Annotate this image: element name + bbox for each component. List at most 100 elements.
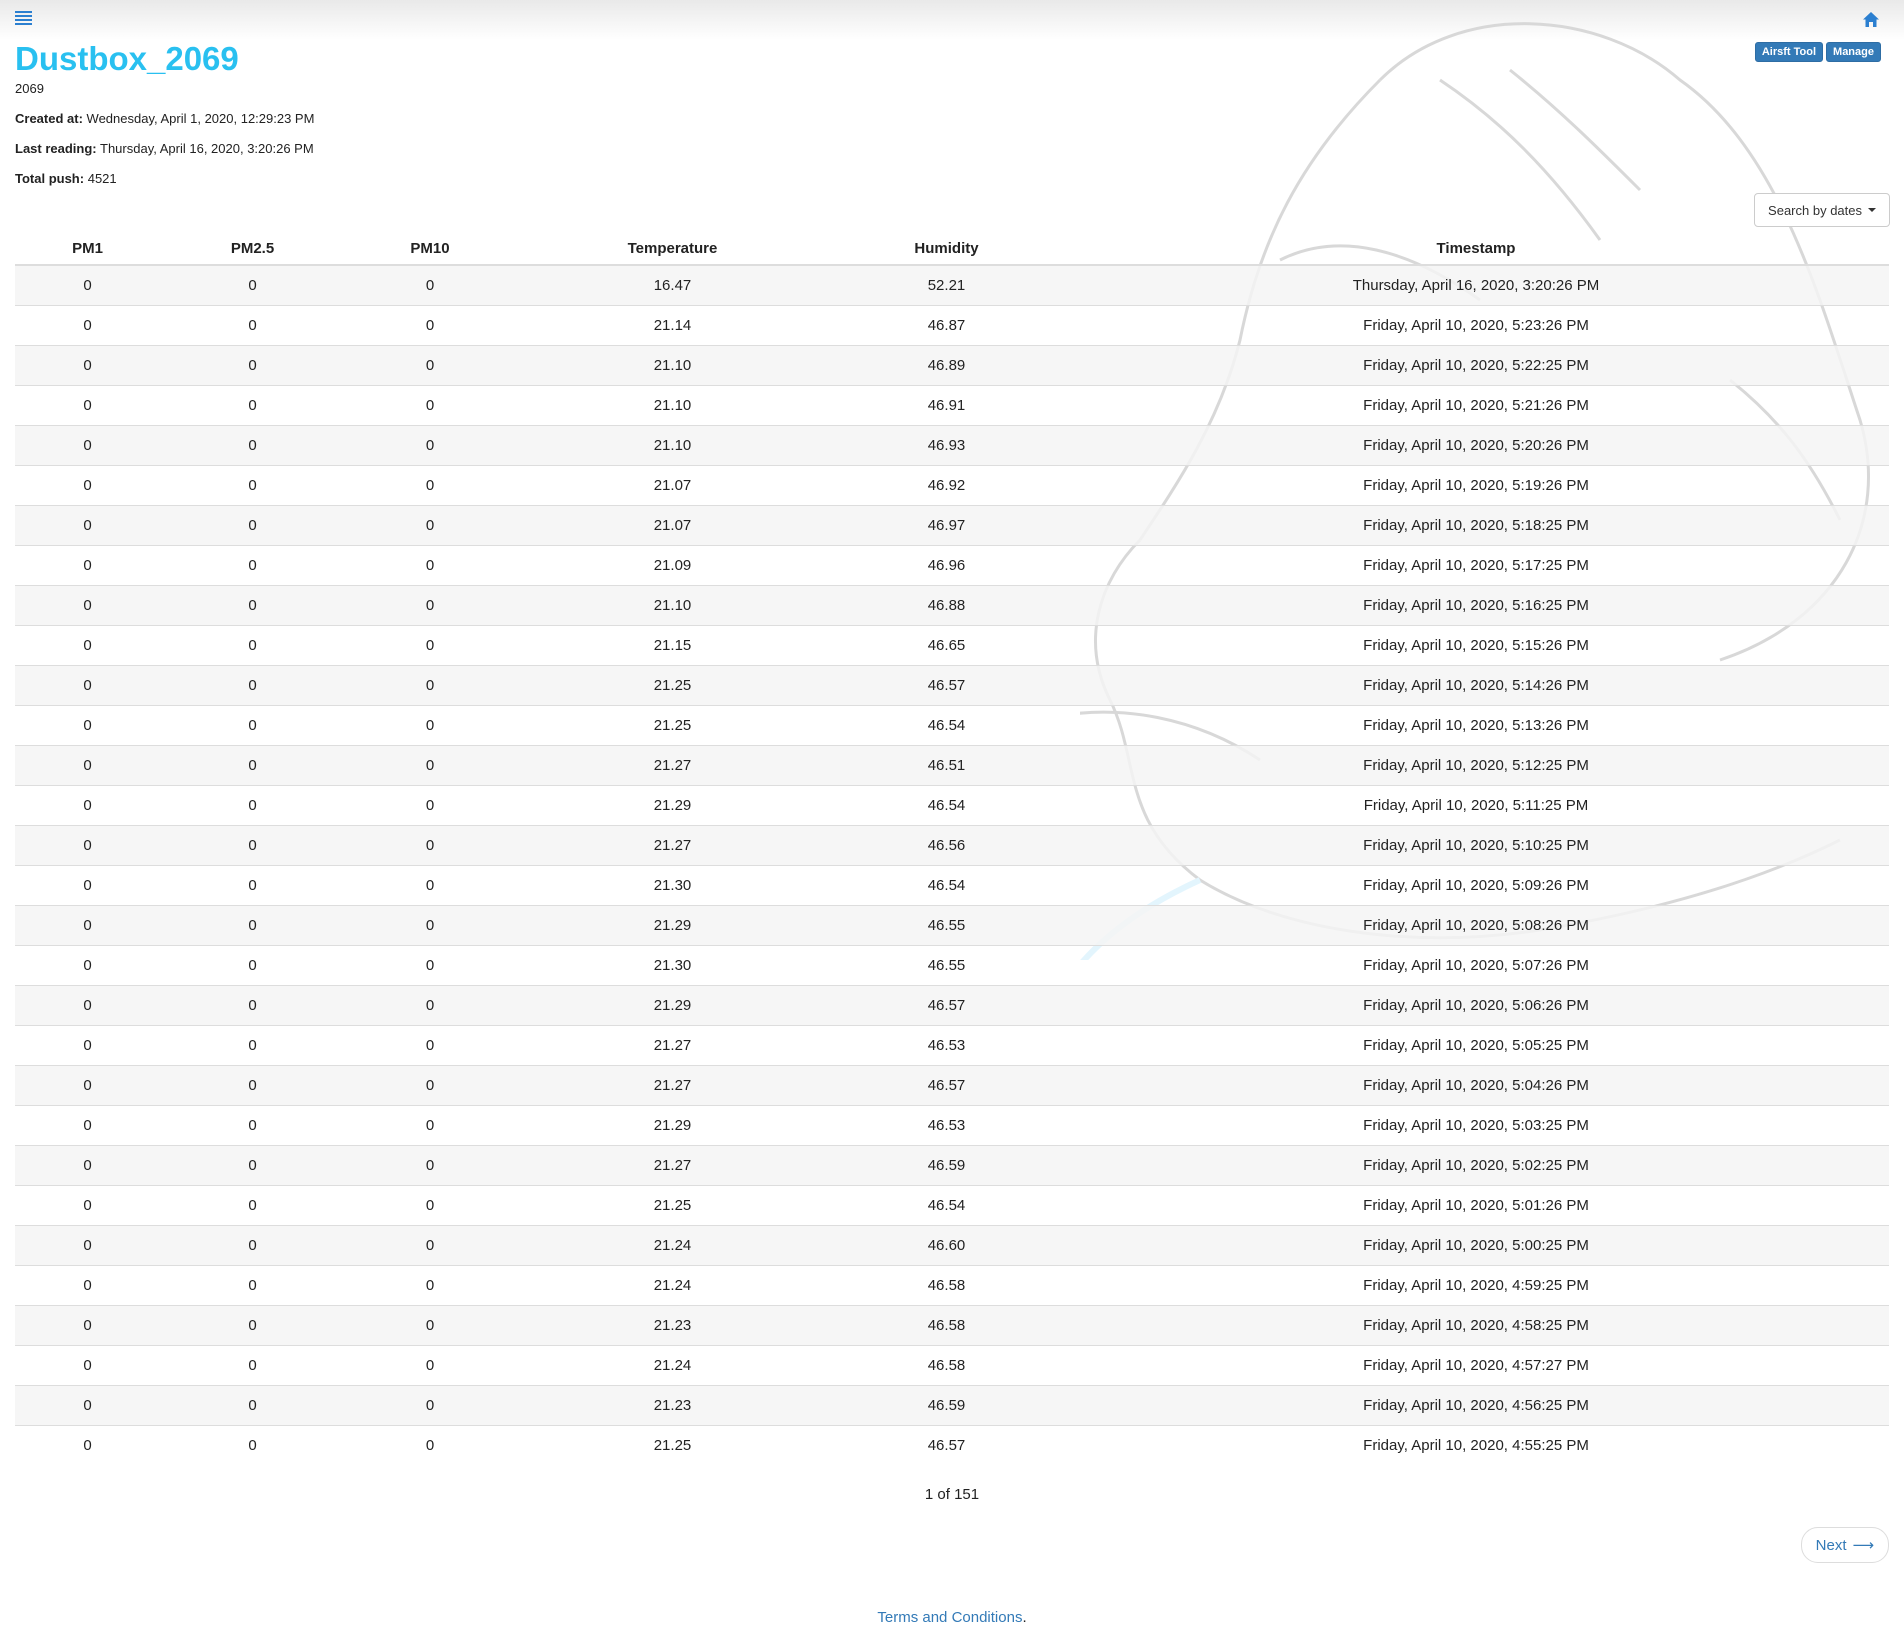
cell-humidity: 46.91 <box>830 385 1063 426</box>
cell-pm1: 0 <box>15 865 160 906</box>
cell-humidity: 46.59 <box>830 1385 1063 1426</box>
manage-button[interactable]: Manage <box>1826 42 1881 62</box>
cell-pm25: 0 <box>160 785 345 826</box>
cell-pm1: 0 <box>15 1225 160 1266</box>
cell-pm10: 0 <box>345 465 515 506</box>
cell-humidity: 46.92 <box>830 465 1063 506</box>
cell-humidity: 46.54 <box>830 705 1063 746</box>
cell-temperature: 21.23 <box>515 1305 830 1346</box>
cell-humidity: 52.21 <box>830 264 1063 306</box>
cell-pm10: 0 <box>345 1185 515 1226</box>
footer: Terms and Conditions. <box>0 1609 1904 1626</box>
cell-temperature: 21.23 <box>515 1385 830 1426</box>
airsft-tool-button[interactable]: Airsft Tool <box>1754 42 1824 62</box>
readings-table: PM1 PM2.5 PM10 Temperature Humidity Time… <box>15 232 1889 1465</box>
cell-temperature: 21.27 <box>515 825 830 866</box>
cell-humidity: 46.53 <box>830 1105 1063 1146</box>
cell-pm25: 0 <box>160 505 345 546</box>
cell-temperature: 21.25 <box>515 665 830 706</box>
column-header-timestamp: Timestamp <box>1063 232 1889 266</box>
cell-pm10: 0 <box>345 425 515 466</box>
arrow-right-icon: ⟶ <box>1852 1537 1874 1554</box>
created-at-value: Wednesday, April 1, 2020, 12:29:23 PM <box>86 111 315 126</box>
cell-temperature: 21.10 <box>515 425 830 466</box>
cell-timestamp: Friday, April 10, 2020, 5:10:25 PM <box>1063 825 1889 866</box>
cell-timestamp: Friday, April 10, 2020, 5:09:26 PM <box>1063 865 1889 906</box>
table-row: 0 0 0 21.27 46.57 Friday, April 10, 2020, 5:0… <box>15 1065 1889 1106</box>
created-at: Created at: Wednesday, April 1, 2020, 12… <box>15 111 314 126</box>
cell-pm10: 0 <box>345 945 515 986</box>
cell-pm25: 0 <box>160 745 345 786</box>
cell-pm10: 0 <box>345 1065 515 1106</box>
terms-link[interactable]: Terms and Conditions <box>877 1609 1022 1626</box>
table-row: 0 0 0 21.27 46.51 Friday, April 10, 2020, 5:1… <box>15 745 1889 786</box>
cell-timestamp: Friday, April 10, 2020, 5:07:26 PM <box>1063 945 1889 986</box>
cell-timestamp: Friday, April 10, 2020, 4:56:25 PM <box>1063 1385 1889 1426</box>
table-row: 0 0 0 21.23 46.58 Friday, April 10, 2020, 4:5… <box>15 1305 1889 1346</box>
next-page-label: Next <box>1815 1536 1847 1554</box>
cell-pm1: 0 <box>15 345 160 386</box>
cell-timestamp: Friday, April 10, 2020, 5:22:25 PM <box>1063 345 1889 386</box>
cell-pm25: 0 <box>160 1025 345 1066</box>
cell-humidity: 46.54 <box>830 785 1063 826</box>
device-id: 2069 <box>15 81 44 96</box>
cell-humidity: 46.58 <box>830 1345 1063 1386</box>
cell-pm1: 0 <box>15 785 160 826</box>
cell-humidity: 46.57 <box>830 1065 1063 1106</box>
cell-pm10: 0 <box>345 745 515 786</box>
next-page-button[interactable]: Next ⟶ <box>1800 1527 1889 1563</box>
cell-pm10: 0 <box>345 1105 515 1146</box>
cell-timestamp: Friday, April 10, 2020, 5:13:26 PM <box>1063 705 1889 746</box>
created-at-label: Created at: <box>15 111 83 126</box>
cell-temperature: 21.24 <box>515 1265 830 1306</box>
table-row: 0 0 0 21.25 46.57 Friday, April 10, 2020, 4:5… <box>15 1425 1889 1465</box>
search-by-dates-button[interactable]: Search by dates <box>1754 193 1890 227</box>
cell-timestamp: Friday, April 10, 2020, 5:17:25 PM <box>1063 545 1889 586</box>
table-row: 0 0 0 21.30 46.54 Friday, April 10, 2020, 5:0… <box>15 865 1889 906</box>
top-button-group: Airsft Tool Manage <box>1754 42 1881 62</box>
cell-temperature: 21.24 <box>515 1345 830 1386</box>
cell-pm25: 0 <box>160 305 345 346</box>
cell-timestamp: Friday, April 10, 2020, 5:04:26 PM <box>1063 1065 1889 1106</box>
table-row: 0 0 0 21.07 46.97 Friday, April 10, 2020, 5:1… <box>15 505 1889 546</box>
cell-pm25: 0 <box>160 665 345 706</box>
cell-timestamp: Friday, April 10, 2020, 5:15:26 PM <box>1063 625 1889 666</box>
table-row: 0 0 0 21.25 46.57 Friday, April 10, 2020, 5:1… <box>15 665 1889 706</box>
column-header-temperature: Temperature <box>515 232 830 266</box>
cell-pm1: 0 <box>15 505 160 546</box>
column-header-pm10: PM10 <box>345 232 515 266</box>
cell-pm10: 0 <box>345 625 515 666</box>
cell-pm1: 0 <box>15 705 160 746</box>
cell-timestamp: Friday, April 10, 2020, 5:01:26 PM <box>1063 1185 1889 1226</box>
cell-humidity: 46.54 <box>830 865 1063 906</box>
cell-temperature: 16.47 <box>515 264 830 306</box>
table-row: 0 0 0 21.23 46.59 Friday, April 10, 2020, 4:5… <box>15 1385 1889 1426</box>
cell-pm25: 0 <box>160 1305 345 1346</box>
home-icon[interactable] <box>1862 11 1880 28</box>
cell-pm1: 0 <box>15 1025 160 1066</box>
cell-pm1: 0 <box>15 1265 160 1306</box>
cell-pm1: 0 <box>15 825 160 866</box>
cell-pm1: 0 <box>15 1425 160 1465</box>
cell-pm25: 0 <box>160 1425 345 1465</box>
cell-pm1: 0 <box>15 1185 160 1226</box>
table-row: 0 0 0 21.29 46.55 Friday, April 10, 2020, 5:0… <box>15 905 1889 946</box>
cell-pm25: 0 <box>160 264 345 306</box>
cell-timestamp: Friday, April 10, 2020, 5:06:26 PM <box>1063 985 1889 1026</box>
cell-pm25: 0 <box>160 1265 345 1306</box>
cell-pm1: 0 <box>15 985 160 1026</box>
cell-temperature: 21.25 <box>515 1185 830 1226</box>
cell-pm1: 0 <box>15 745 160 786</box>
cell-humidity: 46.57 <box>830 1425 1063 1465</box>
cell-humidity: 46.54 <box>830 1185 1063 1226</box>
cell-temperature: 21.29 <box>515 985 830 1026</box>
cell-temperature: 21.27 <box>515 745 830 786</box>
cell-pm10: 0 <box>345 1225 515 1266</box>
cell-humidity: 46.89 <box>830 345 1063 386</box>
table-row: 0 0 0 21.29 46.53 Friday, April 10, 2020, 5:0… <box>15 1105 1889 1146</box>
cell-pm10: 0 <box>345 345 515 386</box>
cell-pm10: 0 <box>345 305 515 346</box>
cell-pm25: 0 <box>160 1065 345 1106</box>
cell-pm25: 0 <box>160 1385 345 1426</box>
menu-icon[interactable] <box>15 11 32 27</box>
